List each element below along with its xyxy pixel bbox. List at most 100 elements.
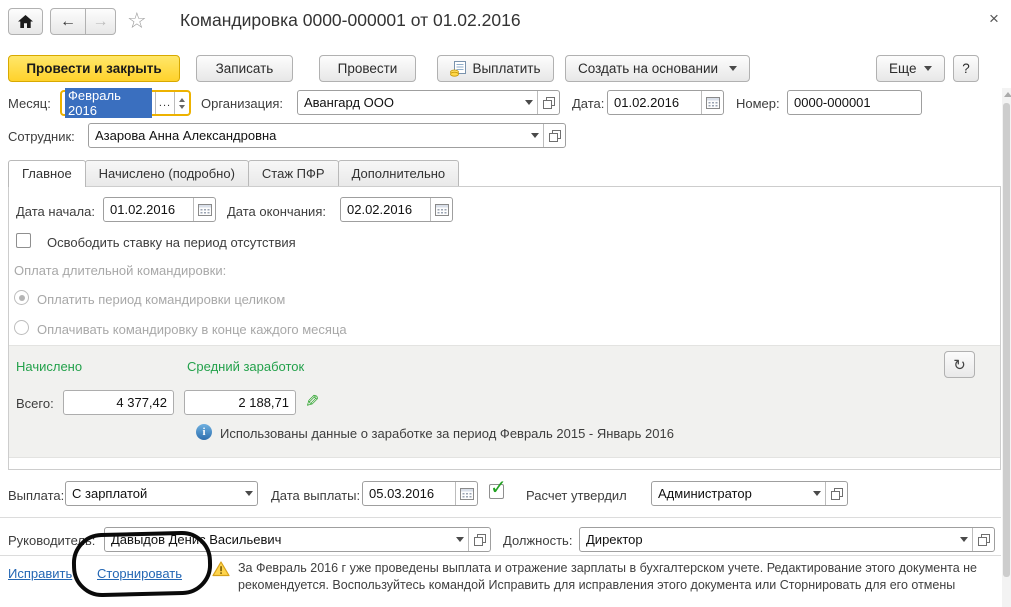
month-field[interactable]: Февраль 2016 ... bbox=[60, 88, 191, 118]
number-label: Номер: bbox=[736, 96, 780, 111]
radio-dot bbox=[18, 294, 25, 301]
write-label: Записать bbox=[215, 61, 274, 76]
payment-value[interactable]: С зарплатой bbox=[66, 482, 240, 505]
radio-pay-monthly[interactable] bbox=[14, 320, 29, 335]
scrollbar-up-icon[interactable] bbox=[1004, 92, 1011, 97]
calendar-button[interactable] bbox=[701, 91, 723, 114]
dropdown-arrow-icon[interactable] bbox=[451, 528, 468, 551]
month-value[interactable]: Февраль 2016 bbox=[62, 88, 155, 118]
tab-pfr-service[interactable]: Стаж ПФР bbox=[247, 160, 339, 186]
create-on-basis-label: Создать на основании bbox=[578, 61, 719, 76]
hand-drawn-annotation bbox=[71, 530, 213, 598]
pay-button[interactable]: Выплатить bbox=[437, 55, 554, 82]
tab-pfr-service-label: Стаж ПФР bbox=[261, 166, 325, 181]
end-date-value[interactable]: 02.02.2016 bbox=[341, 198, 430, 221]
payment-label: Выплата: bbox=[8, 488, 65, 503]
approved-by-value[interactable]: Администратор bbox=[652, 482, 808, 505]
spinner-up-icon[interactable] bbox=[179, 97, 185, 102]
calendar-button[interactable] bbox=[193, 198, 215, 221]
dropdown-arrow-icon[interactable] bbox=[808, 482, 825, 505]
month-spinner[interactable] bbox=[174, 92, 189, 114]
radio-pay-whole-label: Оплатить период командировки целиком bbox=[37, 292, 286, 307]
open-item-button[interactable] bbox=[543, 124, 565, 147]
help-button[interactable]: ? bbox=[953, 55, 979, 82]
tab-additional[interactable]: Дополнительно bbox=[337, 160, 460, 186]
average-earnings-value: 2 188,71 bbox=[238, 395, 289, 410]
scrollbar-thumb[interactable] bbox=[1003, 103, 1010, 577]
write-button[interactable]: Записать bbox=[196, 55, 293, 82]
average-earnings-header: Средний заработок bbox=[187, 359, 305, 374]
organization-value[interactable]: Авангард ООО bbox=[298, 91, 520, 114]
create-on-basis-button[interactable]: Создать на основании bbox=[565, 55, 750, 82]
favorite-star-icon[interactable]: ☆ bbox=[127, 10, 147, 32]
tab-accrued-detail[interactable]: Начислено (подробно) bbox=[84, 160, 249, 186]
position-combobox[interactable]: Директор bbox=[579, 527, 995, 552]
back-button[interactable]: ← bbox=[50, 8, 86, 35]
average-earnings-field[interactable]: 2 188,71 bbox=[184, 390, 296, 415]
accrued-total-field[interactable]: 4 377,42 bbox=[63, 390, 174, 415]
end-date-field[interactable]: 02.02.2016 bbox=[340, 197, 453, 222]
organization-combobox[interactable]: Авангард ООО bbox=[297, 90, 560, 115]
number-value[interactable]: 0000-000001 bbox=[788, 91, 921, 114]
payment-select[interactable]: С зарплатой bbox=[65, 481, 258, 506]
open-item-button[interactable] bbox=[825, 482, 847, 505]
radio-pay-whole[interactable] bbox=[14, 290, 29, 305]
open-item-button[interactable] bbox=[468, 528, 490, 551]
dropdown-arrow-icon[interactable] bbox=[955, 528, 972, 551]
home-button[interactable] bbox=[8, 8, 43, 35]
position-value[interactable]: Директор bbox=[580, 528, 955, 551]
post-button[interactable]: Провести bbox=[319, 55, 416, 82]
tab-additional-label: Дополнительно bbox=[351, 166, 446, 181]
number-field[interactable]: 0000-000001 bbox=[787, 90, 922, 115]
page-title: Командировка 0000-000001 от 01.02.2016 bbox=[180, 10, 521, 30]
start-date-field[interactable]: 01.02.2016 bbox=[103, 197, 216, 222]
dropdown-arrow-icon[interactable] bbox=[240, 482, 257, 505]
open-item-button[interactable] bbox=[537, 91, 559, 114]
home-icon bbox=[18, 15, 33, 28]
refresh-button[interactable]: ↻ bbox=[944, 351, 975, 378]
spinner-down-icon[interactable] bbox=[179, 104, 185, 109]
edit-pencil-icon[interactable]: ✎ bbox=[305, 392, 319, 412]
month-picker-button[interactable]: ... bbox=[155, 92, 174, 114]
month-label: Месяц: bbox=[8, 96, 51, 111]
tab-accrued-detail-label: Начислено (подробно) bbox=[98, 166, 235, 181]
accrued-total-value: 4 377,42 bbox=[116, 395, 167, 410]
payment-date-field[interactable]: 05.03.2016 bbox=[362, 481, 478, 506]
calendar-button[interactable] bbox=[455, 482, 477, 505]
payment-date-value[interactable]: 05.03.2016 bbox=[363, 482, 455, 505]
open-item-button[interactable] bbox=[972, 528, 994, 551]
tab-main[interactable]: Главное bbox=[8, 160, 86, 187]
long-trip-section-label: Оплата длительной командировки: bbox=[14, 263, 227, 278]
dropdown-arrow-icon[interactable] bbox=[526, 124, 543, 147]
date-field[interactable]: 01.02.2016 bbox=[607, 90, 724, 115]
date-label: Дата: bbox=[572, 96, 605, 111]
post-and-close-button[interactable]: Провести и закрыть bbox=[8, 55, 180, 82]
date-value[interactable]: 01.02.2016 bbox=[608, 91, 701, 114]
more-label: Еще bbox=[889, 61, 917, 76]
employee-value[interactable]: Азарова Анна Александровна bbox=[89, 124, 526, 147]
info-icon: i bbox=[196, 424, 212, 440]
tab-bar: Главное Начислено (подробно) Стаж ПФР До… bbox=[8, 160, 460, 187]
organization-label: Организация: bbox=[201, 96, 284, 111]
pay-label: Выплатить bbox=[472, 61, 541, 76]
calendar-icon bbox=[459, 488, 474, 500]
more-button[interactable]: Еще bbox=[876, 55, 945, 82]
forward-button[interactable]: → bbox=[85, 8, 116, 35]
warning-icon bbox=[212, 561, 230, 577]
open-icon bbox=[542, 96, 555, 109]
approved-by-label: Расчет утвердил bbox=[526, 488, 627, 503]
calendar-icon bbox=[705, 97, 720, 109]
start-date-value[interactable]: 01.02.2016 bbox=[104, 198, 193, 221]
release-rate-checkbox[interactable] bbox=[16, 233, 31, 248]
calendar-button[interactable] bbox=[430, 198, 452, 221]
payment-date-label: Дата выплаты: bbox=[271, 488, 361, 503]
close-icon[interactable]: × bbox=[989, 10, 999, 27]
approved-checkbox[interactable]: ✓ bbox=[489, 478, 507, 499]
warning-message: За Февраль 2016 г уже проведены выплата … bbox=[238, 561, 978, 592]
employee-combobox[interactable]: Азарова Анна Александровна bbox=[88, 123, 566, 148]
separator bbox=[0, 517, 1001, 518]
checkmark-icon: ✓ bbox=[490, 477, 507, 499]
dropdown-arrow-icon[interactable] bbox=[520, 91, 537, 114]
fix-link[interactable]: Исправить bbox=[8, 566, 72, 581]
approved-by-combobox[interactable]: Администратор bbox=[651, 481, 848, 506]
